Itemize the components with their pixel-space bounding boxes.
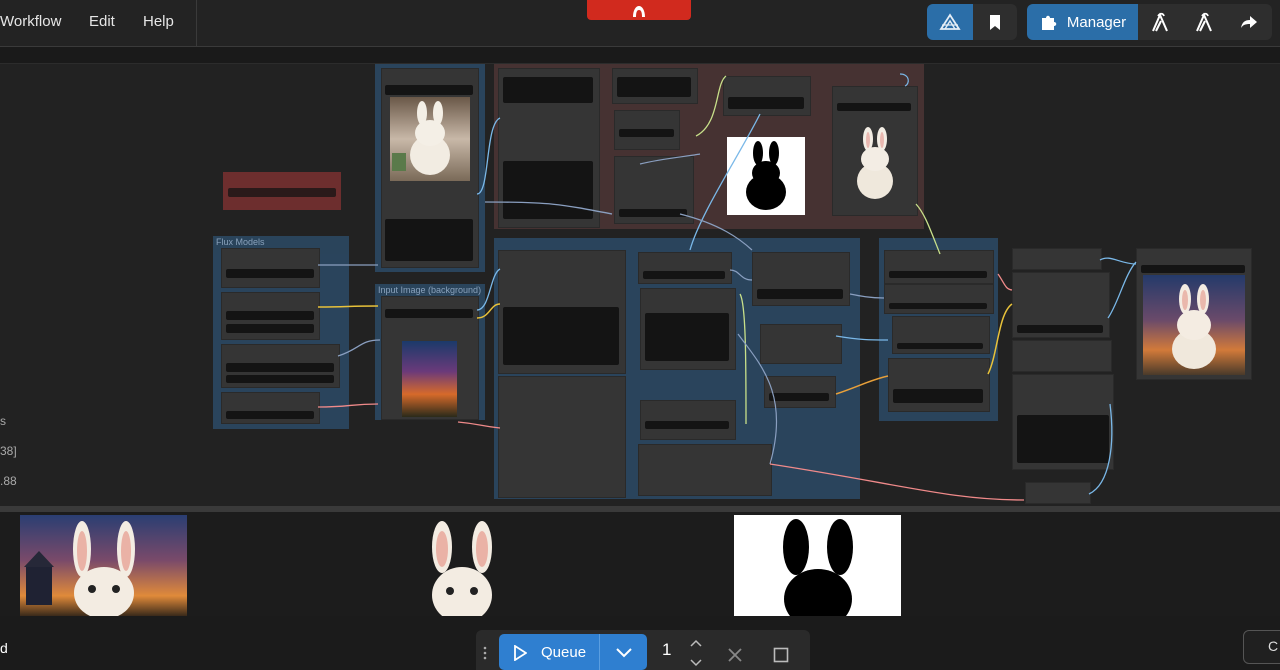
app-logo-tab[interactable] [587,0,691,20]
manager-label: Manager [1066,13,1127,31]
preview-mask-image[interactable] [734,515,901,616]
menu-workflow[interactable]: Workflow [0,13,61,30]
bottom-bar: d Queue 1 C [0,616,1280,670]
drag-handle-icon[interactable] [482,646,488,660]
stat-line-2: 38] [0,444,17,458]
menu-divider [196,0,197,46]
increment-icon[interactable] [689,638,703,648]
right-edge-label: C [1268,638,1279,654]
puzzle-icon [1041,15,1057,30]
preview-output-image[interactable] [20,515,187,616]
batch-count-input[interactable]: 1 [662,640,671,660]
stat-line-3: .88 [0,474,17,488]
close-icon[interactable] [727,647,743,663]
menu-edit[interactable]: Edit [89,13,115,30]
node-graph-canvas[interactable]: Flux Models Input Image (background) s 3… [0,64,1280,506]
decrement-icon[interactable] [689,658,703,668]
fork-icon [1196,12,1212,32]
queue-panel: Queue 1 [476,630,810,670]
queue-button[interactable]: Queue [499,634,647,670]
preview-cutout-image[interactable] [400,515,520,616]
top-menu-bar: Workflow Edit Help Manager [0,0,1280,47]
bookmark-icon [990,14,1000,30]
stop-icon[interactable] [773,647,789,663]
custom-nodes-button[interactable] [1182,4,1226,40]
right-edge-button[interactable]: C [1243,630,1280,664]
fork-icon [1152,12,1168,32]
manager-button[interactable]: Manager [1027,4,1138,40]
stat-line-1: s [0,414,6,428]
mountain-icon [939,13,961,30]
chevron-down-icon[interactable] [615,647,633,659]
menu-help[interactable]: Help [143,13,174,30]
left-edge-label[interactable]: d [0,640,8,656]
share-button[interactable] [1226,4,1272,40]
logo-icon [633,6,645,17]
image-preview-strip [0,512,1280,616]
workflow-tab-strip [0,47,1280,64]
bookmark-button[interactable] [973,4,1017,40]
comfy-workflow-button[interactable] [927,4,973,40]
play-icon [514,645,527,661]
queue-label: Queue [541,644,587,661]
share-icon [1241,16,1257,28]
model-manager-button[interactable] [1138,4,1182,40]
node-wires [317,73,1137,501]
queue-split-divider [599,634,600,670]
